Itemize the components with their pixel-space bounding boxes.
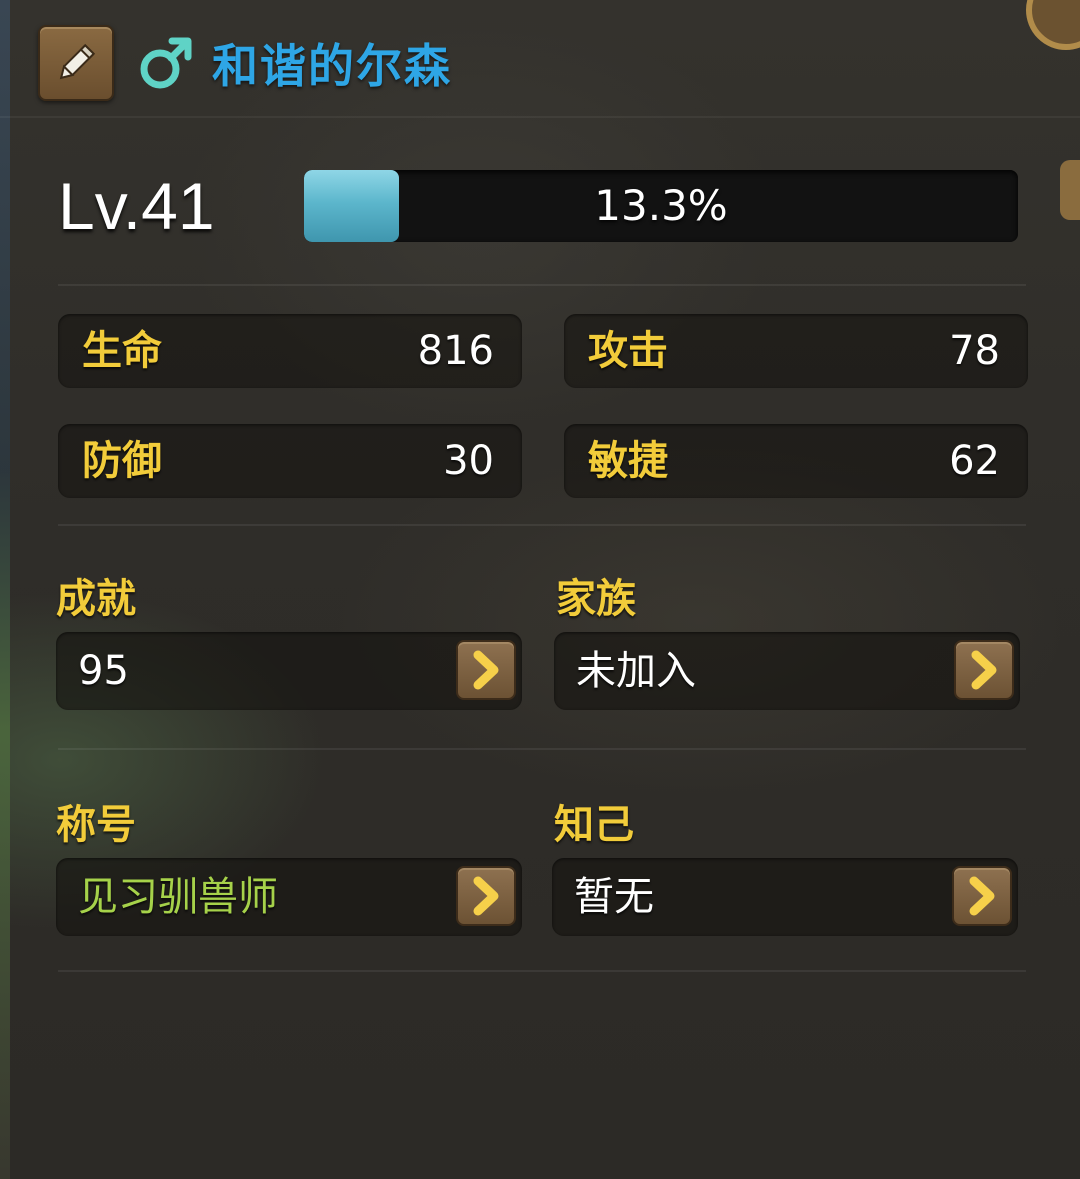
experience-percent: 13.3% bbox=[594, 181, 728, 230]
title-arrow-button[interactable] bbox=[456, 866, 516, 926]
side-handle-ornament bbox=[1060, 160, 1080, 220]
stat-agility-value: 62 bbox=[949, 438, 1000, 484]
friend-value: 暂无 bbox=[574, 874, 654, 920]
stat-attack: 攻击 78 bbox=[564, 314, 1028, 388]
achievement-value: 95 bbox=[78, 648, 129, 694]
corner-ornament bbox=[1026, 0, 1080, 50]
family-field[interactable]: 未加入 bbox=[554, 632, 1020, 710]
friend-label: 知己 bbox=[554, 802, 634, 848]
stat-hp: 生命 816 bbox=[58, 314, 522, 388]
family-value: 未加入 bbox=[576, 648, 696, 694]
player-name: 和谐的尔森 bbox=[212, 39, 452, 93]
left-edge-decoration bbox=[0, 0, 10, 1179]
level-label: Lv.41 bbox=[58, 169, 215, 243]
chevron-right-icon bbox=[971, 650, 997, 690]
title-field[interactable]: 见习驯兽师 bbox=[56, 858, 522, 936]
divider bbox=[58, 284, 1026, 286]
edit-name-button[interactable] bbox=[38, 25, 114, 101]
divider bbox=[58, 748, 1026, 750]
stat-hp-value: 816 bbox=[417, 328, 494, 374]
achievement-label: 成就 bbox=[56, 576, 136, 622]
divider bbox=[58, 524, 1026, 526]
achievement-arrow-button[interactable] bbox=[456, 640, 516, 700]
stat-defense: 防御 30 bbox=[58, 424, 522, 498]
pencil-icon bbox=[59, 43, 96, 80]
stat-attack-value: 78 bbox=[949, 328, 1000, 374]
stat-agility: 敏捷 62 bbox=[564, 424, 1028, 498]
divider bbox=[58, 970, 1026, 972]
stat-agility-label: 敏捷 bbox=[588, 438, 668, 484]
title-label: 称号 bbox=[56, 802, 136, 848]
achievement-field[interactable]: 95 bbox=[56, 632, 522, 710]
family-arrow-button[interactable] bbox=[954, 640, 1014, 700]
stat-hp-label: 生命 bbox=[82, 328, 162, 374]
family-label: 家族 bbox=[556, 576, 636, 622]
character-header: 和谐的尔森 bbox=[38, 24, 452, 102]
experience-bar: 13.3% bbox=[304, 170, 1018, 242]
stat-attack-label: 攻击 bbox=[588, 328, 668, 374]
header-divider bbox=[0, 116, 1080, 118]
stat-defense-value: 30 bbox=[443, 438, 494, 484]
chevron-right-icon bbox=[473, 876, 499, 916]
character-info-panel: 和谐的尔森 Lv.41 13.3% 生命 816 攻击 78 防御 30 敏捷 … bbox=[0, 0, 1080, 1179]
chevron-right-icon bbox=[473, 650, 499, 690]
friend-arrow-button[interactable] bbox=[952, 866, 1012, 926]
title-value: 见习驯兽师 bbox=[78, 874, 278, 920]
chevron-right-icon bbox=[969, 876, 995, 916]
friend-field[interactable]: 暂无 bbox=[552, 858, 1018, 936]
male-icon bbox=[140, 37, 192, 89]
stat-defense-label: 防御 bbox=[82, 438, 162, 484]
